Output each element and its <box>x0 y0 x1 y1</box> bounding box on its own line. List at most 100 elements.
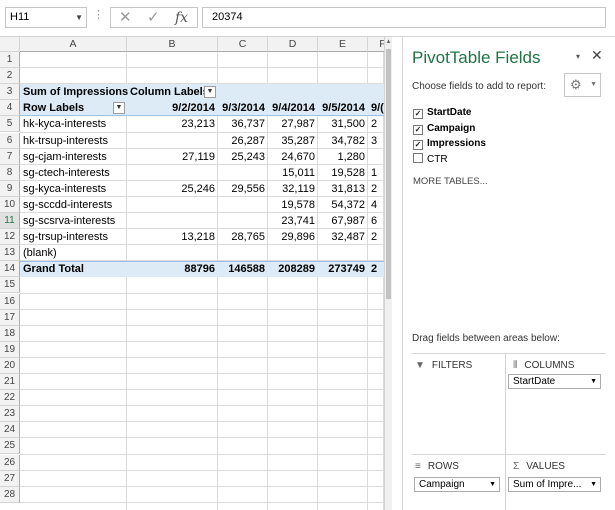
row-label[interactable]: sg-kyca-interests <box>20 181 127 197</box>
pivot-value-cell[interactable]: 3 <box>368 133 384 149</box>
row-header-18[interactable]: 18 <box>0 325 20 342</box>
pivot-value-cell[interactable]: 23,213 <box>127 116 218 132</box>
field-checkbox[interactable]: ✓ <box>413 109 423 119</box>
field-checkbox[interactable]: ✓ <box>413 140 423 150</box>
row-header-10[interactable]: 10 <box>0 196 20 213</box>
row-header-11[interactable]: 11 <box>0 213 20 230</box>
chevron-down-icon[interactable]: ▼ <box>590 375 597 388</box>
row-label[interactable]: (blank) <box>20 245 127 261</box>
column-header-a[interactable]: A <box>20 37 127 52</box>
field-item-campaign[interactable]: ✓ Campaign <box>413 122 475 136</box>
row-header-21[interactable]: 21 <box>0 374 20 391</box>
row-header-20[interactable]: 20 <box>0 357 20 374</box>
pivot-value-cell[interactable]: 29,896 <box>268 229 318 245</box>
row-label[interactable]: sg-trsup-interests <box>20 229 127 245</box>
pivot-value-cell[interactable]: 15,011 <box>268 165 318 181</box>
field-checkbox[interactable] <box>413 152 423 163</box>
row-header-13[interactable]: 13 <box>0 245 20 262</box>
pivot-value-cell[interactable]: 19,528 <box>318 165 368 181</box>
formula-input[interactable]: 20374 <box>202 7 606 28</box>
pivot-value-cell[interactable] <box>368 245 384 261</box>
row-header-22[interactable]: 22 <box>0 390 20 407</box>
row-header-7[interactable]: 7 <box>0 148 20 165</box>
pivot-value-cell[interactable]: 13,218 <box>127 229 218 245</box>
filters-area[interactable]: ▼ FILTERS <box>412 353 505 453</box>
pivot-value-cell[interactable]: 32,487 <box>318 229 368 245</box>
row-header-27[interactable]: 27 <box>0 470 20 487</box>
pivot-value-cell[interactable]: 26,287 <box>218 133 268 149</box>
insert-function-icon[interactable]: fx <box>175 8 188 28</box>
row-header-17[interactable]: 17 <box>0 309 20 326</box>
row-label[interactable]: sg-sccdd-interests <box>20 197 127 213</box>
pivot-value-cell[interactable]: 35,287 <box>268 133 318 149</box>
vertical-scrollbar[interactable]: ▲ <box>384 37 392 510</box>
row-header-19[interactable]: 19 <box>0 341 20 358</box>
column-header-d[interactable]: D <box>268 37 318 52</box>
field-settings-button[interactable]: ⚙ ▼ <box>564 73 601 97</box>
column-labels-filter-button[interactable]: ▼ <box>204 86 216 99</box>
row-header-28[interactable]: 28 <box>0 486 20 503</box>
row-label[interactable]: sg-ctech-interests <box>20 165 127 181</box>
pivot-value-cell[interactable]: 36,737 <box>218 116 268 132</box>
name-box[interactable]: H11 ▼ <box>5 7 87 28</box>
pivot-value-cell[interactable]: 1 <box>368 165 384 181</box>
pivot-value-cell[interactable]: 19,578 <box>268 197 318 213</box>
pivot-value-cell[interactable]: 29,556 <box>218 181 268 197</box>
pivot-value-cell[interactable] <box>268 245 318 261</box>
column-header-f[interactable]: F <box>368 37 384 52</box>
scroll-up-icon[interactable]: ▲ <box>385 37 392 47</box>
scroll-thumb[interactable] <box>386 49 391 299</box>
row-header-5[interactable]: 5 <box>0 116 20 133</box>
pivot-value-cell[interactable] <box>127 197 218 213</box>
pivot-value-cell[interactable]: 28,765 <box>218 229 268 245</box>
enter-icon[interactable]: ✓ <box>147 8 160 28</box>
pivot-value-cell[interactable]: 2 <box>368 229 384 245</box>
pivot-value-cell[interactable] <box>218 165 268 181</box>
grand-total-value[interactable]: 146588 <box>218 261 268 277</box>
row-label[interactable]: sg-scsrva-interests <box>20 213 127 229</box>
select-all-corner[interactable] <box>0 37 20 52</box>
pivot-value-cell[interactable] <box>218 245 268 261</box>
row-header-12[interactable]: 12 <box>0 229 20 246</box>
cancel-icon[interactable]: ✕ <box>119 8 132 28</box>
pivot-value-cell[interactable] <box>318 245 368 261</box>
pivot-value-cell[interactable]: 2 <box>368 116 384 132</box>
row-label[interactable]: hk-trsup-interests <box>20 133 127 149</box>
pivot-value-cell[interactable] <box>218 197 268 213</box>
pivot-value-cell[interactable]: 1,280 <box>318 149 368 165</box>
chevron-down-icon[interactable]: ▼ <box>75 8 83 27</box>
panel-menu-icon[interactable]: ▾ <box>576 52 580 61</box>
field-item-startdate[interactable]: ✓ StartDate <box>413 106 471 120</box>
row-label[interactable]: hk-kyca-interests <box>20 116 127 132</box>
values-field-impressions[interactable]: Sum of Impre... ▼ <box>508 477 601 492</box>
pivot-value-cell[interactable]: 34,782 <box>318 133 368 149</box>
pivot-value-cell[interactable] <box>127 165 218 181</box>
pivot-value-cell[interactable]: 25,243 <box>218 149 268 165</box>
row-header-8[interactable]: 8 <box>0 164 20 181</box>
pivot-value-cell[interactable]: 27,987 <box>268 116 318 132</box>
grand-total-value[interactable]: 2 <box>368 261 384 277</box>
rows-area[interactable]: ≡ ROWS Campaign ▼ <box>412 454 505 510</box>
chevron-down-icon[interactable]: ▼ <box>489 478 496 491</box>
grand-total-value[interactable]: 273749 <box>318 261 368 277</box>
pivot-value-cell[interactable]: 27,119 <box>127 149 218 165</box>
pivot-value-cell[interactable]: 31,500 <box>318 116 368 132</box>
pivot-value-cell[interactable] <box>127 245 218 261</box>
column-header-c[interactable]: C <box>218 37 268 52</box>
row-labels-filter-button[interactable]: ▼ <box>113 102 125 115</box>
grand-total-value[interactable]: 208289 <box>268 261 318 277</box>
field-item-ctr[interactable]: CTR <box>413 152 448 167</box>
pivot-value-cell[interactable]: 24,670 <box>268 149 318 165</box>
row-header-2[interactable]: 2 <box>0 68 20 85</box>
row-header-6[interactable]: 6 <box>0 132 20 149</box>
row-label[interactable]: sg-cjam-interests <box>20 149 127 165</box>
pivot-value-cell[interactable]: 31,813 <box>318 181 368 197</box>
row-header-23[interactable]: 23 <box>0 406 20 423</box>
row-header-14[interactable]: 14 <box>0 261 20 278</box>
row-header-4[interactable]: 4 <box>0 100 20 117</box>
pivot-value-cell[interactable] <box>127 213 218 229</box>
values-area[interactable]: Σ VALUES Sum of Impre... ▼ <box>506 454 606 510</box>
row-header-25[interactable]: 25 <box>0 438 20 455</box>
row-header-24[interactable]: 24 <box>0 422 20 439</box>
pivot-value-cell[interactable] <box>368 149 384 165</box>
